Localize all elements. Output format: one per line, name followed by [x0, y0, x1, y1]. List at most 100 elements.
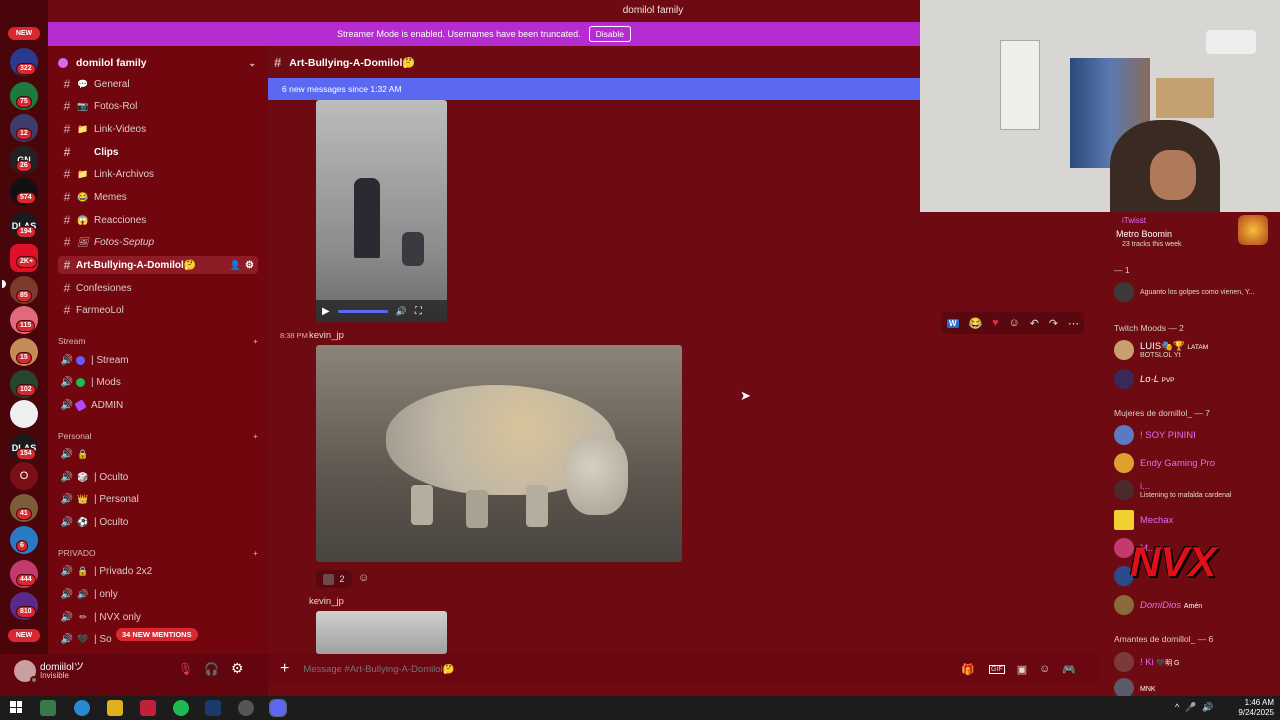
volume-icon[interactable]: 🔊	[396, 306, 407, 317]
member-item[interactable]: Lo·L PVP	[1114, 369, 1175, 389]
category-privado[interactable]: PRIVADO +	[58, 548, 258, 558]
forward-icon[interactable]: ↷	[1049, 317, 1058, 330]
image-attachment-hippo[interactable]	[316, 345, 682, 562]
image-attachment-partial[interactable]	[316, 611, 447, 654]
laugh-emoji-icon[interactable]: 😂	[968, 317, 982, 330]
voice-channel-privado[interactable]: 🔊 🔒 | Privado 2x2	[58, 562, 258, 580]
member-item[interactable]: ! Ki 🖤明 G	[1114, 652, 1179, 672]
avatar	[1114, 480, 1134, 500]
member-item[interactable]: i... Listening to mafalda cardenal	[1114, 480, 1231, 500]
video-attachment[interactable]: ▶ 🔊 ⛶	[316, 100, 447, 322]
app-icon-1[interactable]	[40, 700, 56, 716]
new-pill-bottom[interactable]: NEW	[8, 629, 40, 642]
voice-channel-oculto-2[interactable]: 🔊 ⚽ | Oculto	[58, 513, 258, 531]
headphones-muted-icon[interactable]: 🎧	[204, 662, 219, 676]
obs-icon[interactable]	[238, 700, 254, 716]
member-item[interactable]: MNK	[1114, 678, 1156, 698]
new-mentions-pill[interactable]: 34 NEW MENTIONS	[116, 628, 198, 641]
windows-start-icon[interactable]	[10, 701, 22, 713]
channel-general[interactable]: # 💬 General	[58, 75, 258, 93]
fullscreen-icon[interactable]: ⛶	[415, 306, 422, 317]
member-item[interactable]: Endy Gaming Pro	[1114, 453, 1215, 473]
message-author[interactable]: kevin_jp	[309, 330, 344, 341]
w-icon[interactable]: W	[946, 318, 959, 328]
spotify-icon[interactable]	[173, 700, 189, 716]
channel-memes[interactable]: # 😂 Memes	[58, 188, 258, 206]
plus-icon[interactable]: +	[253, 548, 258, 558]
channel-label: | Personal	[94, 493, 139, 505]
plus-icon[interactable]: +	[253, 336, 258, 346]
new-pill-top[interactable]: NEW	[8, 27, 40, 40]
server-badge: 75	[16, 96, 32, 108]
voice-channel-mods[interactable]: 🔊 | Mods	[58, 373, 258, 391]
server-icon-14[interactable]: O	[10, 462, 38, 490]
channel-fotos-rol[interactable]: # 📷 Fotos-Rol	[58, 97, 258, 115]
gear-icon[interactable]: ⚙	[245, 260, 254, 271]
video-figure	[402, 232, 424, 266]
voice-channel-only[interactable]: 🔊 🔊 | only	[58, 585, 258, 603]
steam-icon[interactable]	[205, 700, 221, 716]
server-badge: 194	[16, 226, 36, 238]
reaction-emoji-icon	[323, 573, 335, 585]
play-icon[interactable]: ▶	[322, 306, 330, 317]
message-input[interactable]	[303, 663, 944, 675]
gif-icon[interactable]: GIF	[989, 664, 1005, 674]
channel-art-bullying[interactable]: # Art-Bullying-A-Domilol🤔 👤 ⚙	[58, 256, 258, 274]
member-item[interactable]: ! SOY PININI	[1114, 425, 1196, 445]
category-personal[interactable]: Personal +	[58, 431, 258, 441]
voice-channel-oculto-1[interactable]: 🔊 🎲 | Oculto	[58, 468, 258, 486]
game-controller-icon[interactable]: 🎮	[1062, 663, 1076, 676]
system-tray-icons[interactable]: ^🎤🔊	[1175, 702, 1220, 713]
member-item[interactable]: Mechax	[1114, 510, 1173, 530]
channel-link-archivos[interactable]: # 📁 Link-Archivos	[58, 165, 258, 183]
sticker-icon[interactable]: ▣	[1017, 663, 1027, 676]
channel-fotos-septup[interactable]: # 🖼 Fotos-Septup	[58, 233, 258, 251]
eggplant-icon	[74, 398, 87, 412]
avatar	[1114, 425, 1134, 445]
category-stream[interactable]: Stream +	[58, 336, 258, 346]
discord-icon[interactable]	[269, 699, 287, 717]
channel-reacciones[interactable]: # 😱 Reacciones	[58, 211, 258, 229]
member-item[interactable]: Aguanto los golpes como vienen, Y...	[1114, 282, 1255, 302]
voice-channel-nvx[interactable]: 🔊 ✏ | NVX only	[58, 608, 258, 626]
channel-confesiones[interactable]: # Confesiones	[58, 279, 258, 297]
new-messages-bar[interactable]: 6 new messages since 1:32 AM	[268, 78, 920, 100]
more-icon[interactable]: ⋯	[1068, 317, 1079, 330]
app-icon-2[interactable]	[140, 700, 156, 716]
settings-gear-icon[interactable]: ⚙	[231, 660, 244, 677]
message-action-bar: W 😂 ♥ ☺ ↶ ↷ ⋯	[942, 312, 1084, 334]
add-reaction-icon[interactable]: ☺	[1009, 317, 1020, 329]
server-icon-12[interactable]	[10, 400, 38, 428]
guild-header[interactable]: domilol family ⌄	[58, 56, 256, 70]
mic-muted-icon[interactable]: 🎙	[178, 662, 193, 676]
reaction-chip[interactable]: 2	[316, 570, 352, 588]
voice-channel-admin[interactable]: 🔊 ADMIN	[58, 396, 258, 414]
voice-channel-personal[interactable]: 🔊 👑 | Personal	[58, 490, 258, 508]
disable-streamer-button[interactable]: Disable	[588, 26, 631, 42]
speaker-icon: 🔊	[60, 354, 74, 366]
hash-icon: #	[63, 213, 71, 227]
voice-channel-lock[interactable]: 🔊 🔒	[58, 445, 258, 463]
folder-icon[interactable]	[107, 700, 123, 716]
member-item[interactable]: LUIS🎭🏆 LATAM BOTSLOL Yt	[1114, 340, 1208, 360]
add-reaction-icon[interactable]: ☺	[358, 572, 369, 584]
gift-icon[interactable]: 🎁	[961, 663, 975, 676]
video-progress[interactable]	[337, 309, 388, 313]
now-playing-sub: 23 tracks this week	[1122, 241, 1182, 248]
member-item[interactable]: DomiDios Amén	[1114, 595, 1202, 615]
heart-emoji-icon[interactable]: ♥	[992, 317, 999, 329]
server-badge: 574	[16, 192, 36, 204]
channel-clips[interactable]: # Clips	[58, 143, 258, 161]
member-tag: MNK	[1140, 685, 1156, 693]
plus-icon[interactable]: +	[280, 660, 289, 678]
reply-icon[interactable]: ↶	[1030, 317, 1039, 330]
voice-channel-stream[interactable]: 🔊 | Stream	[58, 351, 258, 369]
edge-icon[interactable]	[74, 700, 90, 716]
emoji-icon[interactable]: ☺	[1039, 663, 1050, 675]
plus-icon[interactable]: +	[253, 431, 258, 441]
message-author[interactable]: kevin_jp	[309, 596, 344, 607]
channel-link-videos[interactable]: # 📁 Link-Videos	[58, 120, 258, 138]
add-member-icon[interactable]: 👤	[230, 260, 241, 271]
member-group-mujeres: Mujeres de domillol_ — 7	[1114, 408, 1210, 418]
channel-farmeolol[interactable]: # FarmeoLol	[58, 301, 258, 319]
